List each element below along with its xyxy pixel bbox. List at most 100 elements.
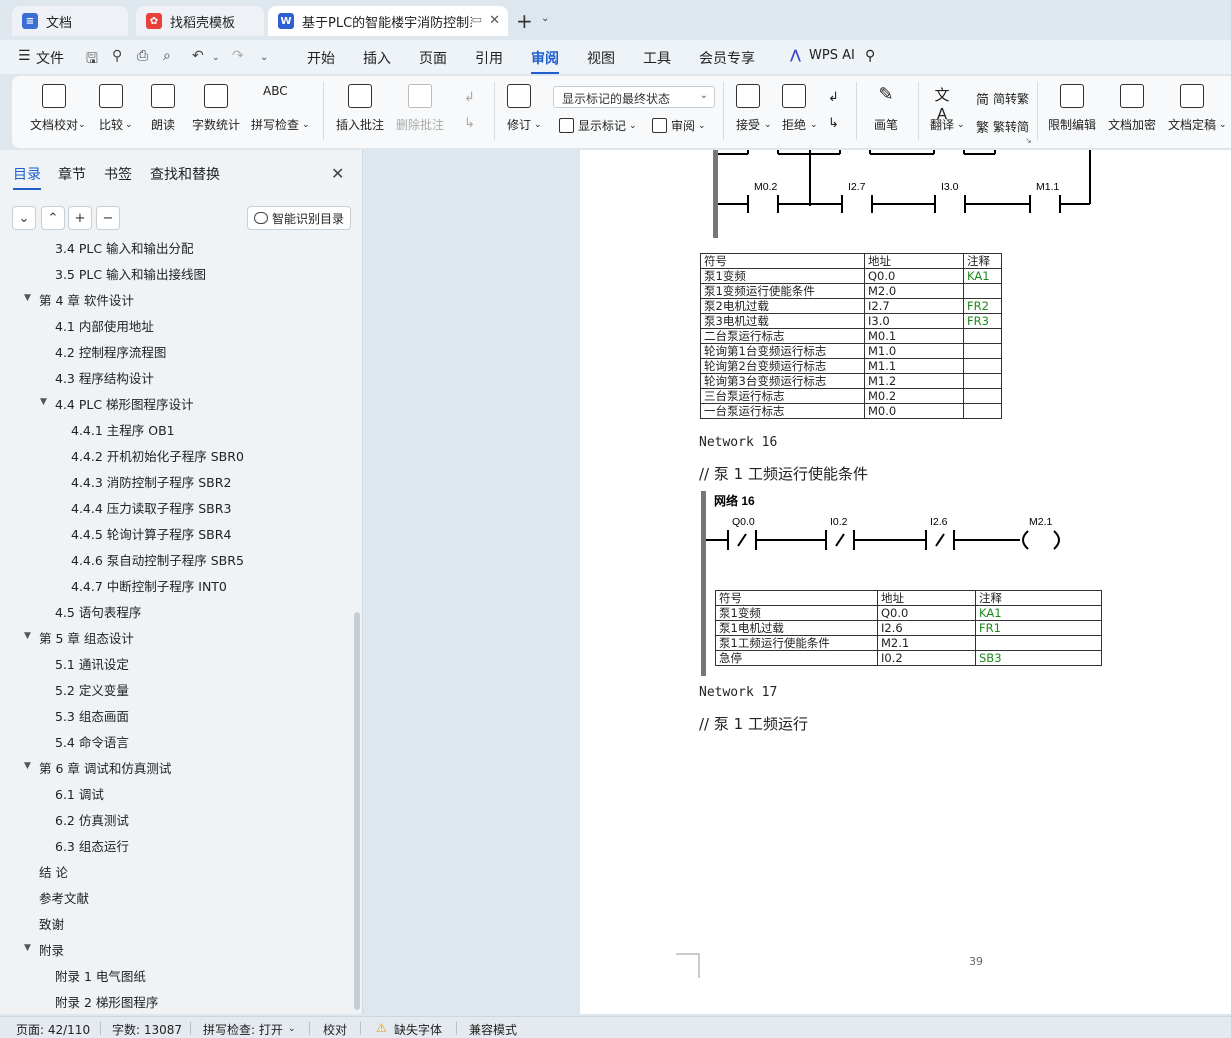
chevron-down-icon[interactable]: ⌄ bbox=[957, 120, 965, 130]
tab-chapters[interactable]: 章节 bbox=[58, 164, 86, 184]
revise-button[interactable]: 修订 bbox=[507, 84, 531, 133]
tab-document[interactable]: W 基于PLC的智能楼宇消防控制系 ▭ ✕ bbox=[268, 6, 508, 36]
scrollbar-thumb[interactable] bbox=[354, 612, 360, 1010]
toc-item[interactable]: 4.4.4 压力读取子程序 SBR3 bbox=[71, 498, 231, 517]
word-count-button[interactable]: 字数统计 bbox=[192, 84, 240, 133]
restrict-edit-button[interactable]: 限制编辑 bbox=[1048, 84, 1096, 133]
accept-button[interactable]: 接受 bbox=[736, 84, 760, 133]
toc-item[interactable]: 附录 2 梯形图程序 bbox=[55, 992, 158, 1011]
to-traditional-button[interactable]: 简 简转繁 bbox=[976, 89, 1029, 108]
chevron-down-icon[interactable]: ⌄ bbox=[212, 53, 220, 63]
reject-button[interactable]: 拒绝 bbox=[782, 84, 806, 133]
finalize-button[interactable]: 文档定稿 bbox=[1168, 84, 1216, 133]
save-icon[interactable]: 🖫 bbox=[86, 48, 98, 72]
to-simplified-button[interactable]: 繁 繁转简 bbox=[976, 117, 1029, 136]
toc-item[interactable]: 致谢 bbox=[39, 914, 64, 933]
menu-page[interactable]: 页面 bbox=[419, 48, 447, 68]
chevron-down-icon[interactable]: ⌄ bbox=[764, 120, 772, 130]
close-icon[interactable]: ✕ bbox=[331, 164, 344, 183]
expand-up-button[interactable]: ⌃ bbox=[41, 206, 65, 230]
prev-change-icon[interactable]: ↲ bbox=[828, 90, 839, 105]
toc-item[interactable]: 6.2 仿真测试 bbox=[55, 810, 129, 829]
status-page[interactable]: 页面: 42/110 bbox=[16, 1021, 90, 1038]
toc-item[interactable]: 4.4.7 中断控制子程序 INT0 bbox=[71, 576, 227, 595]
expand-arrow-icon[interactable]: ▼ bbox=[24, 761, 31, 771]
toc-item[interactable]: 6.1 调试 bbox=[55, 784, 104, 803]
toc-item[interactable]: 5.4 命令语言 bbox=[55, 732, 129, 751]
chevron-down-icon[interactable]: ⌄ bbox=[78, 120, 86, 130]
compare-button[interactable]: 比较 bbox=[99, 84, 123, 133]
toc-item[interactable]: 4.5 语句表程序 bbox=[55, 602, 141, 621]
hamburger-icon[interactable]: ☰ bbox=[18, 48, 31, 64]
toc-item[interactable]: 4.4 PLC 梯形图程序设计 bbox=[55, 394, 194, 413]
toc-item[interactable]: 4.4.1 主程序 OB1 bbox=[71, 420, 175, 439]
toc-item[interactable]: 4.3 程序结构设计 bbox=[55, 368, 154, 387]
chevron-down-icon[interactable]: ⌄ bbox=[541, 13, 549, 24]
redo-icon[interactable]: ↷ bbox=[232, 48, 244, 64]
chevron-down-icon[interactable]: ⌄ bbox=[534, 120, 542, 130]
chevron-down-icon[interactable]: ⌄ bbox=[1219, 120, 1227, 130]
doc-check-button[interactable]: 文档校对 bbox=[30, 84, 78, 133]
print-icon[interactable]: ⎙ bbox=[137, 48, 148, 64]
status-words[interactable]: 字数: 13087 bbox=[112, 1021, 182, 1038]
menu-view[interactable]: 视图 bbox=[587, 48, 615, 68]
insert-comment-button[interactable]: 插入批注 bbox=[336, 84, 384, 133]
menu-wps-ai[interactable]: WPS AI bbox=[809, 48, 855, 63]
toc-item[interactable]: 第 5 章 组态设计 bbox=[39, 628, 134, 647]
pen-button[interactable]: ✎ 画笔 bbox=[874, 84, 898, 133]
translate-button[interactable]: 文A 翻译 bbox=[930, 84, 954, 133]
expand-corner-icon[interactable]: ↘ bbox=[1025, 136, 1032, 145]
markup-select[interactable]: 显示标记的最终状态 ⌄ bbox=[553, 86, 715, 108]
status-compat[interactable]: 兼容模式 bbox=[469, 1021, 517, 1038]
next-change-icon[interactable]: ↳ bbox=[828, 116, 839, 131]
review-pane-button[interactable]: 审阅 ⌄ bbox=[652, 117, 706, 134]
expand-arrow-icon[interactable]: ▼ bbox=[24, 631, 31, 641]
toc-item[interactable]: 4.4.2 开机初始化子程序 SBR0 bbox=[71, 446, 244, 465]
menu-member[interactable]: 会员专享 bbox=[699, 48, 755, 68]
spell-check-button[interactable]: ABC 拼写检查 bbox=[251, 84, 299, 133]
status-missing-font[interactable]: 缺失字体 bbox=[394, 1021, 442, 1038]
toc-item[interactable]: 3.5 PLC 输入和输出接线图 bbox=[55, 264, 206, 283]
toc-item[interactable]: 6.3 组态运行 bbox=[55, 836, 129, 855]
prev-comment-icon[interactable]: ↲ bbox=[464, 90, 475, 105]
expand-arrow-icon[interactable]: ▼ bbox=[24, 943, 31, 953]
toc-item[interactable]: 4.1 内部使用地址 bbox=[55, 316, 154, 335]
read-aloud-button[interactable]: 朗读 bbox=[151, 84, 175, 133]
close-icon[interactable]: ✕ bbox=[489, 13, 500, 28]
status-spell[interactable]: 拼写检查: 打开 bbox=[203, 1021, 283, 1038]
delete-comment-button[interactable]: 删除批注 bbox=[396, 84, 444, 133]
menu-file[interactable]: 文件 bbox=[36, 48, 64, 68]
toc-item[interactable]: 4.4.5 轮询计算子程序 SBR4 bbox=[71, 524, 231, 543]
toc-item[interactable]: 参考文献 bbox=[39, 888, 89, 907]
toc-item[interactable]: 5.2 定义变量 bbox=[55, 680, 129, 699]
encrypt-button[interactable]: 文档加密 bbox=[1108, 84, 1156, 133]
menu-review[interactable]: 审阅 bbox=[531, 48, 559, 74]
toc-item[interactable]: 4.4.3 消防控制子程序 SBR2 bbox=[71, 472, 231, 491]
smart-toc-button[interactable]: 智能识别目录 bbox=[247, 206, 351, 230]
menu-insert[interactable]: 插入 bbox=[363, 48, 391, 68]
print-preview-icon[interactable]: ⌕ bbox=[163, 48, 171, 64]
tab-bookmarks[interactable]: 书签 bbox=[104, 164, 132, 184]
menu-reference[interactable]: 引用 bbox=[475, 48, 503, 68]
search-icon[interactable]: ⚲ bbox=[865, 48, 875, 64]
tab-toc[interactable]: 目录 bbox=[13, 164, 41, 190]
menu-home[interactable]: 开始 bbox=[307, 48, 335, 68]
chevron-down-icon[interactable]: ⌄ bbox=[125, 120, 133, 130]
toc-item[interactable]: 结 论 bbox=[39, 862, 68, 881]
add-toc-button[interactable]: + bbox=[68, 206, 92, 230]
toc-item[interactable]: 3.4 PLC 输入和输出分配 bbox=[55, 240, 194, 257]
toc-item[interactable]: 第 4 章 软件设计 bbox=[39, 290, 134, 309]
tab-docer[interactable]: ✿ 找稻壳模板 bbox=[136, 6, 264, 36]
toc-item[interactable]: 第 6 章 调试和仿真测试 bbox=[39, 758, 171, 777]
expand-arrow-icon[interactable]: ▼ bbox=[24, 293, 31, 303]
remove-toc-button[interactable]: − bbox=[96, 206, 120, 230]
show-markup-button[interactable]: 显示标记 ⌄ bbox=[559, 117, 637, 134]
toc-item[interactable]: 5.1 通讯设定 bbox=[55, 654, 129, 673]
menu-tools[interactable]: 工具 bbox=[643, 48, 671, 68]
toc-item[interactable]: 5.3 组态画面 bbox=[55, 706, 129, 725]
monitor-icon[interactable]: ▭ bbox=[472, 13, 482, 26]
toc-item[interactable]: 4.4.6 泵自动控制子程序 SBR5 bbox=[71, 550, 244, 569]
new-tab-plus-icon[interactable]: + bbox=[516, 9, 533, 33]
toc-item[interactable]: 附录 1 电气图纸 bbox=[55, 966, 146, 985]
next-comment-icon[interactable]: ↳ bbox=[464, 116, 475, 131]
